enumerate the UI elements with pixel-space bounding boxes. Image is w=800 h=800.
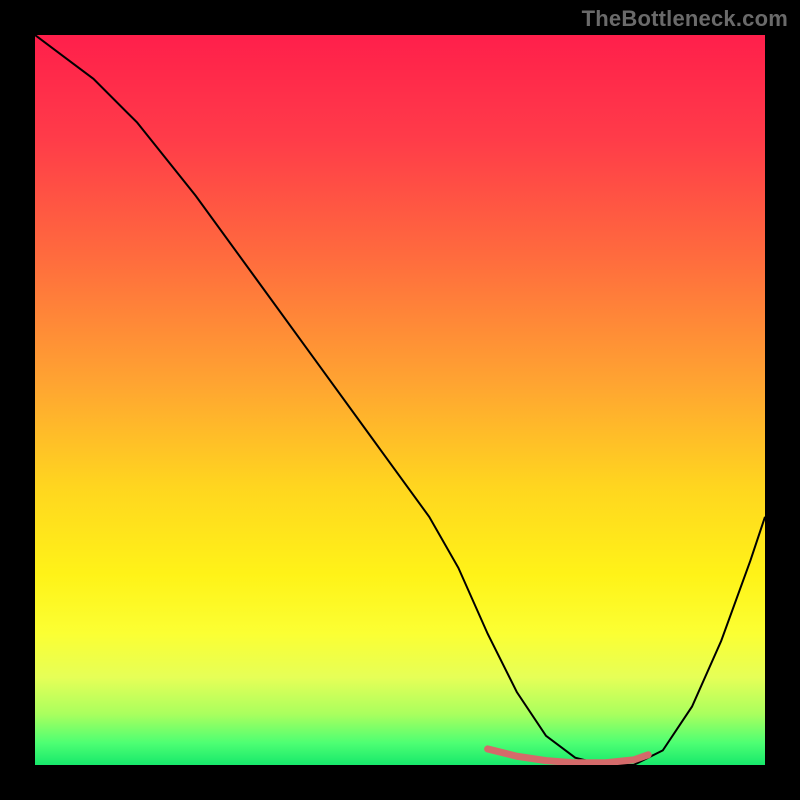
bottleneck-curve <box>35 35 765 765</box>
watermark-text: TheBottleneck.com <box>582 6 788 32</box>
curve-layer <box>35 35 765 765</box>
chart-frame: TheBottleneck.com <box>0 0 800 800</box>
plot-area <box>35 35 765 765</box>
